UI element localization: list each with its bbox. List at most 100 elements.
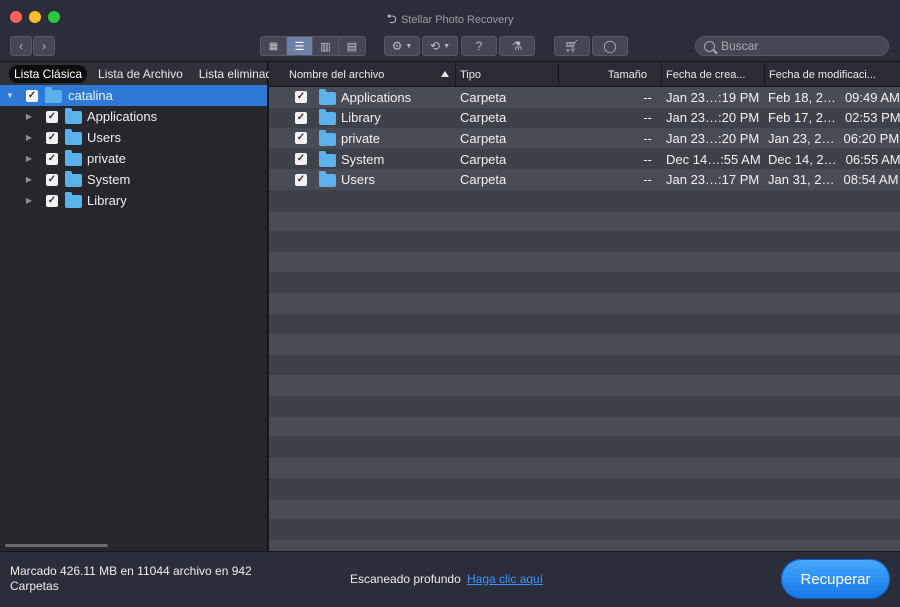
tree-label: catalina [68, 88, 113, 103]
file-size: -- [643, 110, 652, 126]
disclosure-open-icon[interactable]: ▼ [5, 91, 15, 100]
column-header-type[interactable]: Tipo [456, 62, 559, 87]
file-modified-time: 09:49 AM [844, 89, 900, 105]
file-name: System [341, 151, 385, 167]
history-button[interactable]: ⟲ ▼ [422, 36, 458, 56]
table-row[interactable]: ✓ private Carpeta -- Jan 23…:20 PM Jan 2… [269, 128, 900, 149]
file-modified-time: 06:55 AM [845, 151, 900, 167]
microscope-icon: ⚗ [511, 39, 523, 53]
checkbox-checked-icon[interactable]: ✓ [26, 89, 38, 102]
account-button[interactable]: ◯ [592, 36, 628, 56]
checkbox-checked-icon[interactable]: ✓ [46, 131, 58, 144]
folder-icon [319, 150, 336, 167]
file-size: -- [643, 130, 652, 146]
forward-button[interactable]: › [33, 36, 55, 56]
file-created: Jan 23…:19 PM [666, 89, 760, 105]
file-name: private [341, 130, 381, 146]
tree-item[interactable]: ▶ ✓ Applications [0, 106, 267, 127]
file-type: Carpeta [460, 130, 507, 146]
folder-icon [319, 129, 336, 146]
folder-icon [65, 171, 82, 187]
column-header-created[interactable]: Fecha de crea... [662, 62, 765, 87]
checkbox-checked-icon[interactable]: ✓ [46, 194, 58, 207]
chevron-left-icon: ‹ [19, 39, 23, 53]
folder-icon [319, 171, 336, 188]
file-type: Carpeta [460, 151, 507, 167]
tab-lista-de-archivo[interactable]: Lista de Archivo [93, 65, 188, 83]
question-icon: ? [475, 39, 483, 53]
selection-status: Marcado 426.11 MB en 11044 archivo en 94… [10, 564, 252, 593]
settings-button[interactable]: ⚙ ▼ [384, 36, 420, 56]
search-box[interactable] [695, 36, 889, 56]
file-size: -- [643, 172, 652, 188]
table-row[interactable]: ✓ System Carpeta -- Dec 14…:55 AM Dec 14… [269, 149, 900, 170]
file-name: Users [341, 172, 375, 188]
column-view-button[interactable]: ▥ [313, 37, 339, 55]
file-size: -- [643, 89, 652, 105]
gear-icon: ⚙ [391, 39, 403, 53]
checkbox-checked-icon[interactable]: ✓ [295, 153, 307, 166]
dropdown-arrow-icon: ▼ [443, 42, 450, 50]
horizontal-scrollbar[interactable] [5, 544, 108, 547]
grid-view-button[interactable]: ▦ [261, 37, 287, 55]
checkbox-checked-icon[interactable]: ✓ [295, 91, 307, 104]
cart-button[interactable]: 🛒︎ [554, 36, 590, 56]
tree-label: private [87, 151, 127, 166]
tree-label: Users [87, 130, 121, 145]
coverflow-view-icon: ▤ [346, 40, 358, 53]
tree-item[interactable]: ▶ ✓ System [0, 169, 267, 190]
disclosure-closed-icon[interactable]: ▶ [24, 175, 34, 184]
file-modified-date: Jan 23, 2… [768, 130, 835, 146]
table-row[interactable]: ✓ Library Carpeta -- Jan 23…:20 PM Feb 1… [269, 108, 900, 129]
chevron-right-icon: › [42, 39, 46, 53]
search-input[interactable] [721, 39, 881, 53]
disclosure-closed-icon[interactable]: ▶ [24, 112, 34, 121]
checkbox-checked-icon[interactable]: ✓ [295, 173, 307, 186]
file-table: Nombre del archivo Tipo Tamaño Fecha de … [269, 62, 900, 551]
tab-lista-clasica[interactable]: Lista Clásica [9, 64, 88, 83]
analyze-button[interactable]: ⚗ [499, 36, 535, 56]
file-name: Library [341, 110, 381, 126]
deep-scan-link[interactable]: Haga clic aquí [467, 572, 543, 586]
disclosure-closed-icon[interactable]: ▶ [24, 196, 34, 205]
column-header-name[interactable]: Nombre del archivo [269, 62, 456, 87]
checkbox-checked-icon[interactable]: ✓ [295, 111, 307, 124]
list-view-button[interactable]: ☰ [287, 37, 313, 55]
coverflow-view-button[interactable]: ▤ [339, 37, 365, 55]
tree-item[interactable]: ▶ ✓ private [0, 148, 267, 169]
column-header-modified[interactable]: Fecha de modificaci... [765, 62, 900, 87]
folder-icon [319, 109, 336, 126]
disclosure-closed-icon[interactable]: ▶ [24, 133, 34, 142]
checkbox-checked-icon[interactable]: ✓ [46, 173, 58, 186]
table-row[interactable]: ✓ Applications Carpeta -- Jan 23…:19 PM … [269, 87, 900, 108]
tree-item[interactable]: ▶ ✓ Library [0, 190, 267, 211]
checkbox-checked-icon[interactable]: ✓ [46, 110, 58, 123]
history-icon: ⟲ [430, 39, 441, 53]
file-type: Carpeta [460, 89, 507, 105]
checkbox-checked-icon[interactable]: ✓ [46, 152, 58, 165]
title-bar: ⮌ Stellar Photo Recovery ‹ › ▦ ☰ ▥ ▤ ⚙ ▼ ⟲… [0, 0, 900, 62]
file-modified-time: 02:53 PM [844, 110, 900, 126]
column-view-icon: ▥ [320, 40, 331, 53]
search-icon [704, 40, 715, 52]
help-button[interactable]: ? [461, 36, 497, 56]
tree-root-catalina[interactable]: ▼ ✓ catalina [0, 85, 267, 106]
user-icon: ◯ [603, 39, 617, 53]
recover-button[interactable]: Recuperar [781, 559, 890, 599]
checkbox-checked-icon[interactable]: ✓ [295, 132, 307, 145]
list-view-icon: ☰ [294, 40, 305, 53]
folder-icon [45, 87, 62, 103]
file-modified-time: 08:54 AM [843, 172, 899, 188]
file-type: Carpeta [460, 110, 507, 126]
tree-item[interactable]: ▶ ✓ Users [0, 127, 267, 148]
folder-icon [65, 150, 82, 166]
disclosure-closed-icon[interactable]: ▶ [24, 154, 34, 163]
back-button[interactable]: ‹ [10, 36, 32, 56]
file-modified-date: Feb 17, 2… [768, 110, 836, 126]
folder-icon [65, 129, 82, 145]
tree-label: Library [87, 193, 127, 208]
tree-label: System [87, 172, 131, 187]
column-header-size[interactable]: Tamaño [559, 62, 662, 87]
file-created: Jan 23…:20 PM [666, 130, 760, 146]
table-row[interactable]: ✓ Users Carpeta -- Jan 23…:17 PM Jan 31,… [269, 169, 900, 190]
